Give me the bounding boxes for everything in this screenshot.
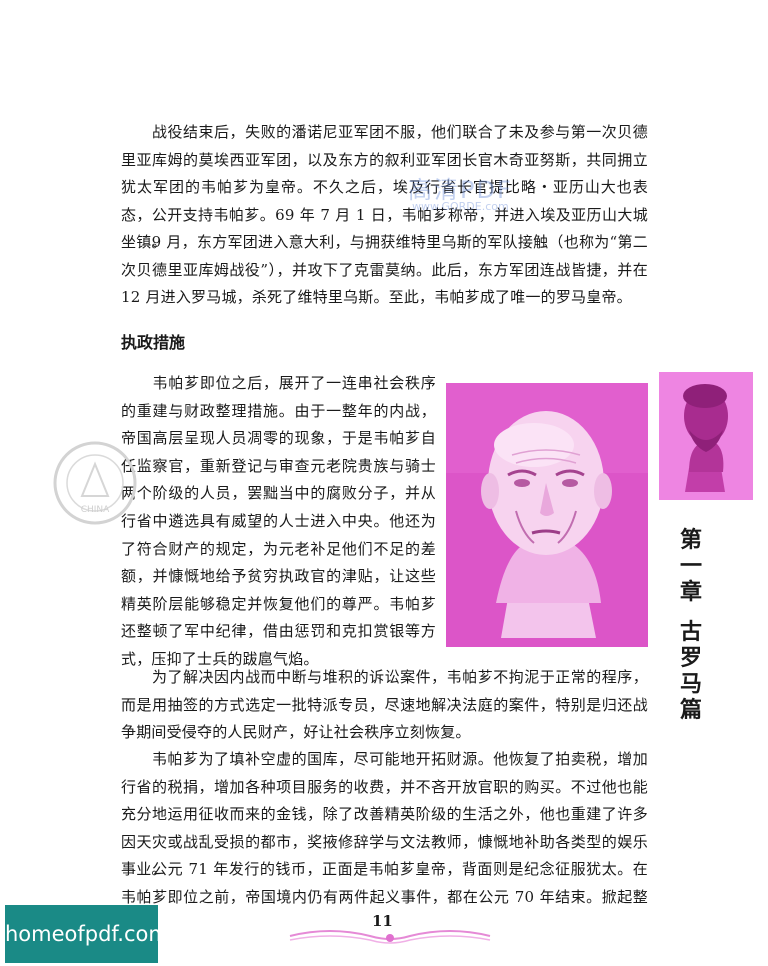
- library-seal-stamp: CHINA: [52, 440, 138, 526]
- chapter-char: 第: [679, 527, 702, 553]
- chapter-thumbnail: [659, 372, 753, 500]
- page-ornament: [289, 930, 491, 944]
- seal-text: CHINA: [81, 505, 110, 515]
- vespasian-bust-photo: [446, 383, 648, 647]
- chapter-char: 马: [679, 671, 702, 697]
- chapter-char: 罗: [679, 645, 702, 671]
- site-badge[interactable]: homeofpdf.com: [5, 905, 169, 963]
- paragraph-wrap: 韦帕芗即位之后，展开了一连串社会秩序的重建与财政整理措施。由于一整年的内战，帝国…: [121, 374, 436, 668]
- chapter-label: 第 一 章 古 罗 马 篇: [676, 527, 706, 723]
- bust-thumbnail-illustration: [659, 372, 753, 500]
- chapter-char: 篇: [679, 697, 702, 723]
- chapter-char: 一: [679, 553, 702, 579]
- chapter-char: 古: [679, 619, 702, 645]
- chapter-spacer: [676, 605, 706, 619]
- section-heading: 执政措施: [121, 333, 186, 352]
- watermark-url: www.GORDE.com: [412, 200, 509, 213]
- paragraph-4: 为了解决因内战而中断与堆积的诉讼案件，韦帕芗不拘泥于正常的程序，而是用抽签的方式…: [121, 668, 648, 742]
- chapter-char: 章: [679, 579, 702, 605]
- paragraph-2: 9 月，东方军团进入意大利，与拥获维特里乌斯的军队接触（也称为“第二次贝德里亚库…: [121, 233, 648, 307]
- bust-illustration: [446, 383, 648, 647]
